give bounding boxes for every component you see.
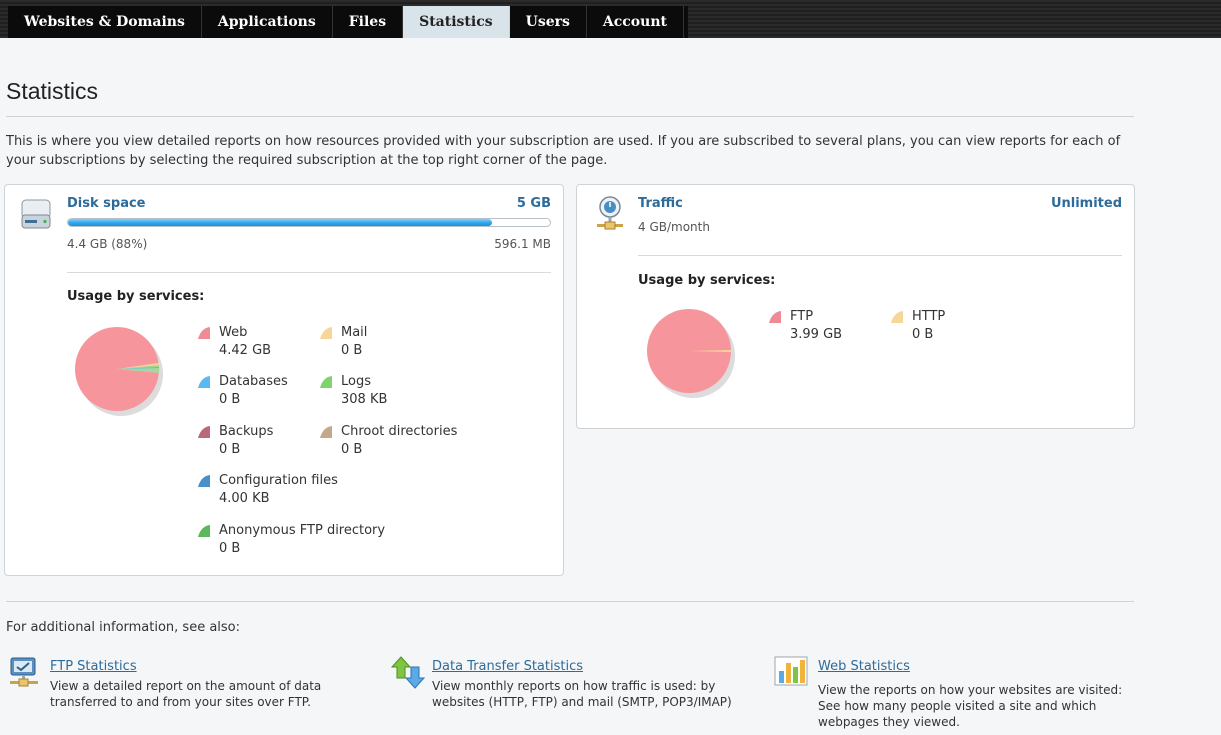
legend-web: Web 4.42 GB [197,325,307,361]
main-tabs: Websites & Domains Applications Files St… [8,6,688,38]
tab-applications[interactable]: Applications [201,6,333,38]
web-statistics-icon [774,656,808,686]
legend-backups: Backups 0 B [197,424,307,460]
chroot-swatch [320,426,332,438]
web-statistics-link[interactable]: Web Statistics [818,659,910,674]
see-also-divider [6,601,1134,602]
top-nav-bar: Websites & Domains Applications Files St… [0,0,1221,38]
databases-swatch [198,376,210,388]
legend-config: Configuration files 4.00 KB [197,473,397,509]
anon-ftp-swatch [198,525,210,537]
traffic-used-text: 4 GB/month [638,220,710,234]
disk-free-text: 596.1 MB [494,237,551,251]
web-swatch [198,327,210,339]
disk-usage-heading: Usage by services: [67,289,205,304]
tab-users[interactable]: Users [509,6,587,38]
traffic-panel: Traffic Unlimited 4 GB/month Usage by se… [576,184,1135,429]
data-transfer-icon [390,656,426,689]
mail-swatch [320,327,332,339]
legend-http: HTTP 0 B [890,309,1000,345]
traffic-usage-heading: Usage by services: [638,273,776,288]
tab-websites-domains[interactable]: Websites & Domains [8,6,202,38]
legend-chroot: Chroot directories 0 B [319,424,519,460]
http-swatch [891,311,903,323]
disk-usage-fill [68,219,493,226]
legend-http-value: 0 B [912,327,934,342]
logs-swatch [320,376,332,388]
traffic-icon [597,196,623,230]
legend-logs-value: 308 KB [341,392,388,407]
legend-ftp-label: FTP [790,309,814,324]
hard-drive-icon [21,199,51,229]
tab-statistics[interactable]: Statistics [403,6,510,38]
web-statistics-link-block: Web Statistics View the reports on how y… [774,654,1154,729]
data-transfer-link[interactable]: Data Transfer Statistics [432,659,583,674]
traffic-divider [638,255,1122,256]
legend-anon-ftp-value: 0 B [219,541,241,556]
see-also-heading: For additional information, see also: [6,620,241,635]
legend-backups-value: 0 B [219,442,241,457]
tab-account[interactable]: Account [586,6,684,38]
disk-usage-pie-chart [75,327,163,416]
page-description: This is where you view detailed reports … [6,134,1121,168]
legend-config-value: 4.00 KB [219,491,270,506]
legend-backups-label: Backups [219,424,274,439]
legend-ftp: FTP 3.99 GB [768,309,878,345]
legend-mail-label: Mail [341,325,368,340]
traffic-title[interactable]: Traffic [638,196,683,211]
legend-chroot-value: 0 B [341,442,363,457]
disk-space-panel: Disk space 5 GB 4.4 GB (88%) 596.1 MB Us… [4,184,564,576]
ftp-statistics-link-block: FTP Statistics View a detailed report on… [8,656,368,716]
legend-databases-value: 0 B [219,392,241,407]
tabs-end [683,6,688,38]
legend-logs-label: Logs [341,374,371,389]
data-transfer-description: View monthly reports on how traffic is u… [432,679,732,709]
ftp-statistics-icon [10,657,38,687]
legend-anon-ftp-label: Anonymous FTP directory [219,523,386,538]
legend-anon-ftp: Anonymous FTP directory 0 B [197,523,427,559]
traffic-limit: Unlimited [1050,196,1122,211]
page-title: Statistics [6,78,99,104]
tab-files[interactable]: Files [332,6,404,38]
disk-usage-bar [67,218,551,227]
legend-databases: Databases 0 B [197,374,307,410]
legend-mail-value: 0 B [341,343,363,358]
legend-databases-label: Databases [219,374,288,389]
ftp-swatch [769,311,781,323]
backups-swatch [198,426,210,438]
traffic-usage-pie-chart [647,309,735,398]
legend-logs: Logs 308 KB [319,374,429,410]
legend-web-label: Web [219,325,248,340]
ftp-statistics-link[interactable]: FTP Statistics [50,659,137,674]
legend-config-label: Configuration files [219,473,338,488]
disk-space-limit: 5 GB [516,196,551,211]
web-statistics-description: View the reports on how your websites ar… [818,683,1123,729]
legend-web-value: 4.42 GB [219,343,272,358]
legend-http-label: HTTP [912,309,946,324]
disk-used-text: 4.4 GB (88%) [67,237,148,251]
title-divider [6,116,1134,117]
legend-chroot-label: Chroot directories [341,424,458,439]
data-transfer-link-block: Data Transfer Statistics View monthly re… [390,654,760,724]
config-swatch [198,475,210,487]
legend-mail: Mail 0 B [319,325,429,361]
disk-divider [67,272,551,273]
legend-ftp-value: 3.99 GB [790,327,843,342]
disk-space-title[interactable]: Disk space [67,196,146,211]
ftp-statistics-description: View a detailed report on the amount of … [50,679,322,709]
